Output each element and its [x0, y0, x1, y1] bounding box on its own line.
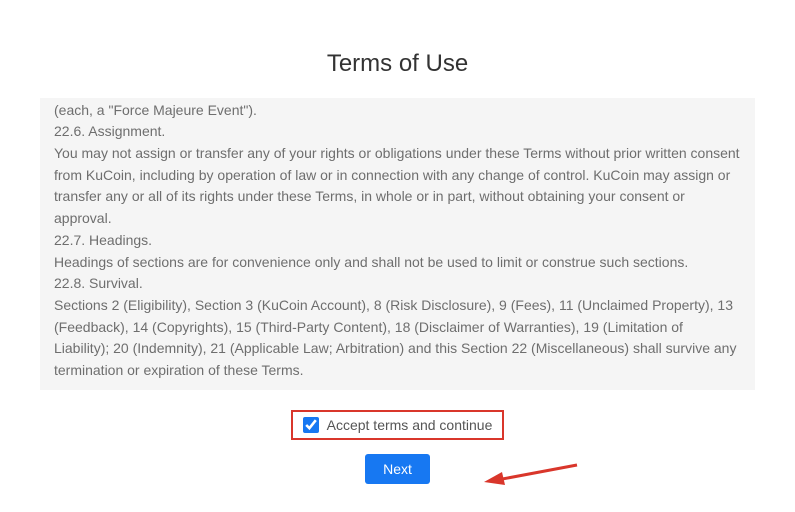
- terms-scrollbox[interactable]: power failure, or equipment or software …: [40, 98, 755, 390]
- terms-line: Sections 2 (Eligibility), Section 3 (KuC…: [54, 295, 741, 382]
- accept-terms-row[interactable]: Accept terms and continue: [291, 410, 505, 440]
- terms-line: 22.7. Headings.: [54, 230, 741, 252]
- accept-terms-label: Accept terms and continue: [327, 417, 493, 433]
- terms-line: Headings of sections are for convenience…: [54, 252, 741, 274]
- next-button[interactable]: Next: [365, 454, 430, 484]
- terms-line: 22.6. Assignment.: [54, 121, 741, 143]
- accept-terms-checkbox[interactable]: [303, 417, 319, 433]
- terms-line: power failure, or equipment or software …: [54, 98, 741, 121]
- arrow-annotation-icon: [482, 460, 582, 490]
- terms-line: 22.8. Survival.: [54, 273, 741, 295]
- page-title: Terms of Use: [40, 50, 755, 78]
- terms-line: You may not assign or transfer any of yo…: [54, 143, 741, 230]
- terms-text: power failure, or equipment or software …: [54, 98, 741, 382]
